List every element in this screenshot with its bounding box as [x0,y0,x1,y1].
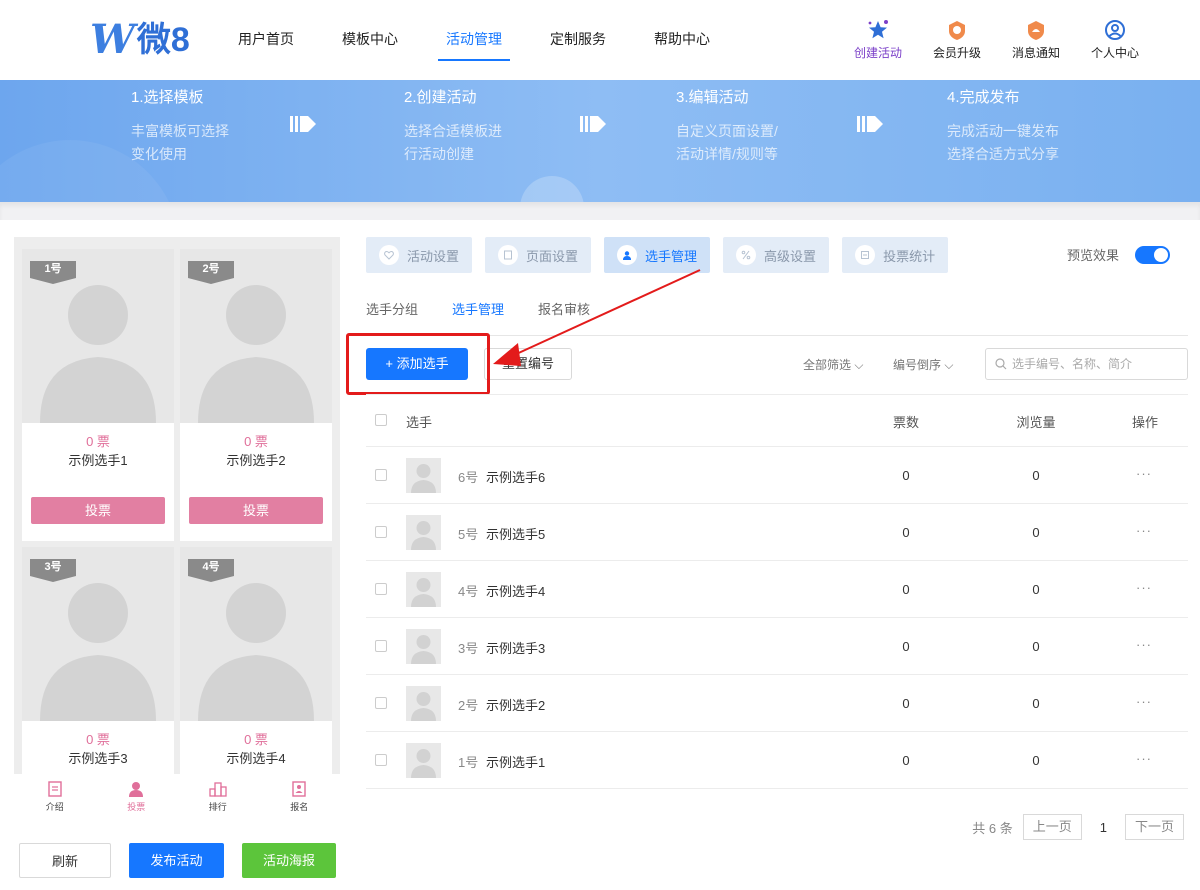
table-row: 3号 示例选手3 0 0 ··· [366,618,1188,675]
table-row: 1号 示例选手1 0 0 ··· [366,732,1188,789]
row-checkbox[interactable] [375,754,387,766]
player-number: 2号 [458,698,479,713]
vote-count: 0 [902,753,910,768]
search-input[interactable]: 选手编号、名称、简介 [985,348,1188,380]
header-views: 浏览量 [1016,415,1056,430]
player-number: 6号 [458,470,479,485]
table-row: 4号 示例选手4 0 0 ··· [366,561,1188,618]
vote-count: 0 [902,525,910,540]
more-actions-icon[interactable]: ··· [1136,694,1152,709]
chevron-down-icon: ⌵ [854,358,864,372]
current-page[interactable]: 1 [1100,820,1107,835]
row-checkbox[interactable] [375,583,387,595]
vote-count: 0 [902,468,910,483]
row-checkbox[interactable] [375,526,387,538]
avatar [406,515,441,550]
player-name: 示例选手3 [486,641,546,656]
avatar [406,629,441,664]
player-number: 5号 [458,527,479,542]
player-name: 示例选手5 [486,527,546,542]
filter-label: 全部筛选 [803,358,852,372]
vote-count: 0 [902,696,910,711]
view-count: 0 [1032,468,1040,483]
more-actions-icon[interactable]: ··· [1136,637,1152,652]
search-icon [995,358,1007,370]
row-checkbox[interactable] [375,469,387,481]
avatar [406,458,441,493]
header-player: 选手 [406,415,433,430]
chevron-down-icon: ⌵ [944,358,954,372]
table-header: 选手 票数 浏览量 操作 [366,395,1188,447]
header-votes: 票数 [892,415,919,430]
player-name: 示例选手6 [486,470,546,485]
player-name: 示例选手1 [486,755,546,770]
view-count: 0 [1032,753,1040,768]
sort-dropdown[interactable]: 编号倒序 ⌵ [893,356,953,373]
search-placeholder: 选手编号、名称、简介 [1012,357,1133,371]
table-row: 6号 示例选手6 0 0 ··· [366,447,1188,504]
vote-count: 0 [902,582,910,597]
row-checkbox[interactable] [375,697,387,709]
player-number: 1号 [458,755,479,770]
total-count: 共 6 条 [972,820,1013,836]
select-all-checkbox[interactable] [375,414,387,426]
view-count: 0 [1032,639,1040,654]
avatar [406,572,441,607]
header-actions: 操作 [1132,415,1159,430]
player-name: 示例选手4 [486,584,546,599]
vote-count: 0 [902,639,910,654]
table-row: 5号 示例选手5 0 0 ··· [366,504,1188,561]
sort-label: 编号倒序 [893,358,942,372]
view-count: 0 [1032,582,1040,597]
avatar [406,686,441,721]
next-page-button[interactable]: 下一页 [1124,814,1184,840]
more-actions-icon[interactable]: ··· [1136,580,1152,595]
table-row: 2号 示例选手2 0 0 ··· [366,675,1188,732]
filter-all-dropdown[interactable]: 全部筛选 ⌵ [803,356,863,373]
player-number: 3号 [458,641,479,656]
player-name: 示例选手2 [486,698,546,713]
more-actions-icon[interactable]: ··· [1136,466,1152,481]
more-actions-icon[interactable]: ··· [1136,523,1152,538]
avatar [406,743,441,778]
prev-page-button[interactable]: 上一页 [1022,814,1082,840]
player-number: 4号 [458,584,479,599]
view-count: 0 [1032,696,1040,711]
row-checkbox[interactable] [375,640,387,652]
view-count: 0 [1032,525,1040,540]
pagination: 共 6 条 上一页 1 下一页 [972,814,1184,840]
more-actions-icon[interactable]: ··· [1136,751,1152,766]
